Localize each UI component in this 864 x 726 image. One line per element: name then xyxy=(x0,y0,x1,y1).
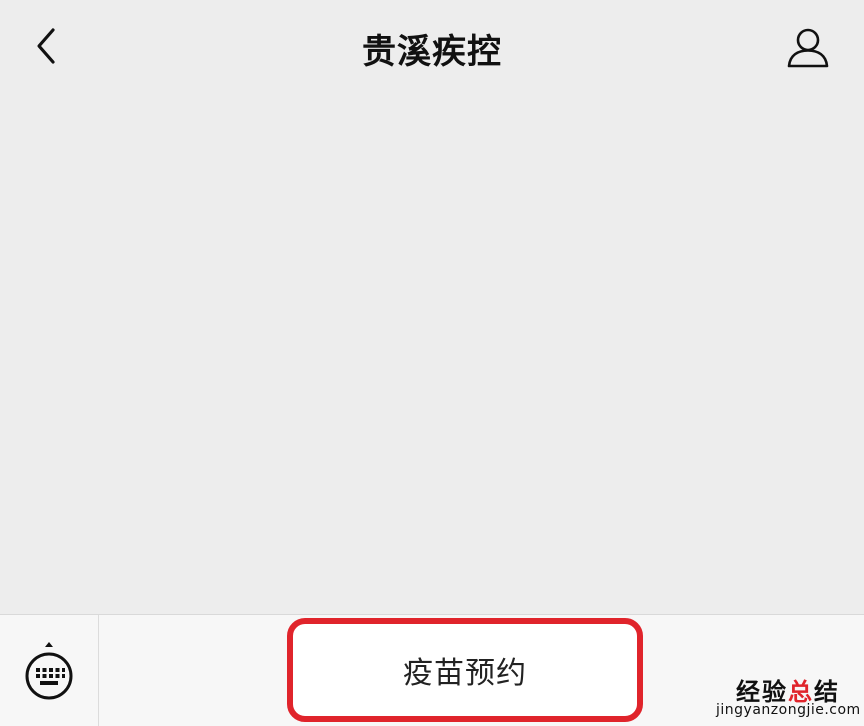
chat-screen: 贵溪疾控 疫苗预约 经验总结 jingyanzongjie.com xyxy=(0,0,864,726)
header-bar: 贵溪疾控 xyxy=(0,0,864,96)
page-title: 贵溪疾控 xyxy=(362,32,502,72)
menu-item-vaccine-appointment[interactable]: 疫苗预约 xyxy=(287,618,643,722)
person-icon xyxy=(787,28,829,68)
menu-item-label: 疫苗预约 xyxy=(403,656,527,691)
watermark: 经验总结 jingyanzongjie.com xyxy=(716,672,864,726)
keyboard-icon xyxy=(25,642,73,700)
keyboard-toggle-button[interactable] xyxy=(0,615,99,726)
watermark-url: jingyanzongjie.com xyxy=(716,702,861,718)
message-area xyxy=(0,96,864,614)
profile-button[interactable] xyxy=(780,20,836,76)
